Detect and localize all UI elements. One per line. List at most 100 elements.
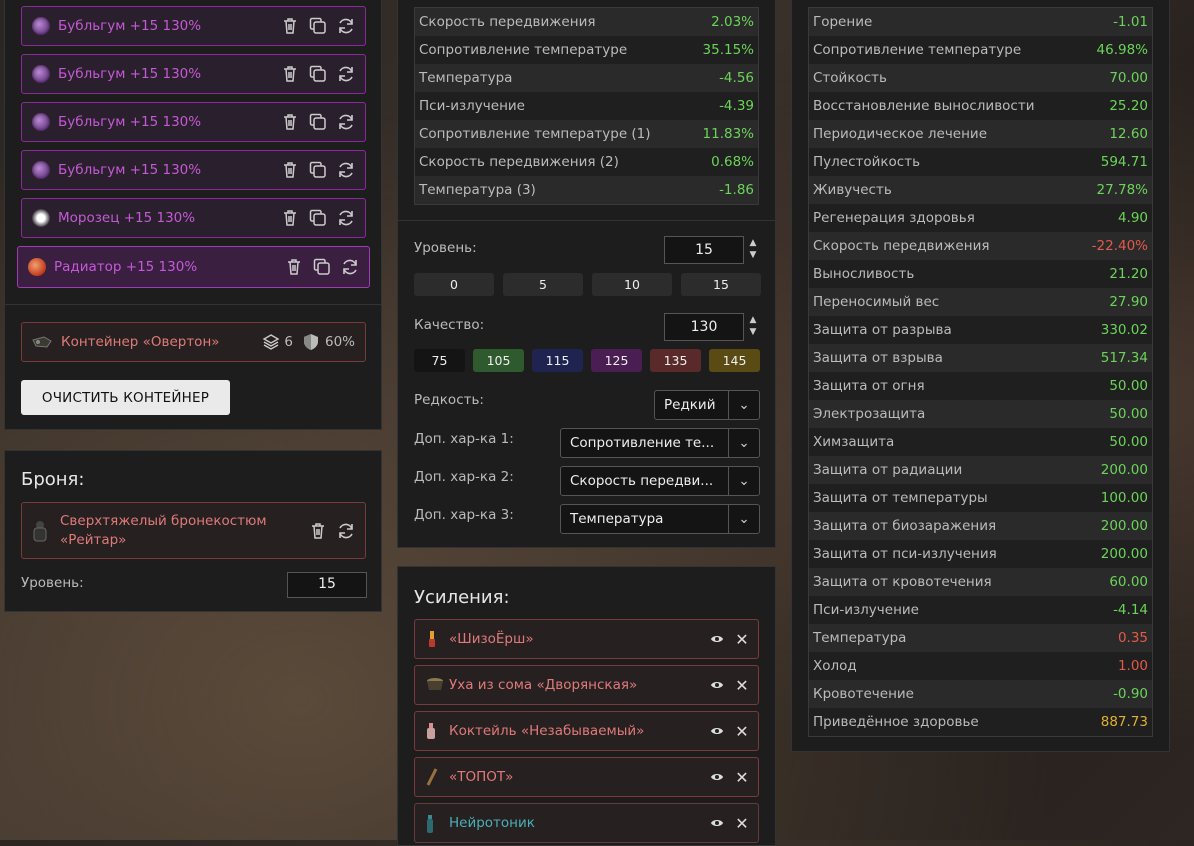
stat-label: Периодическое лечение <box>808 120 1077 148</box>
boost-item[interactable]: Нейротоник ✕ <box>414 803 759 843</box>
stat-row: Электрозащита 50.00 <box>808 400 1153 428</box>
stat-label: Защита от разрыва <box>808 316 1077 344</box>
artifact-item[interactable]: Бубльгум +15 130% <box>21 150 366 190</box>
refresh-icon[interactable] <box>341 258 359 276</box>
stat-label: Холод <box>808 652 1077 680</box>
stat-row: Сопротивление температуре 35.15% <box>414 36 759 64</box>
level-label: Уровень: <box>414 240 477 256</box>
quality-preset-button[interactable]: 135 <box>650 349 701 372</box>
clear-container-button[interactable]: ОЧИСТИТЬ КОНТЕЙНЕР <box>21 380 230 415</box>
stat-row: Регенерация здоровья 4.90 <box>808 204 1153 232</box>
copy-icon[interactable] <box>309 17 327 35</box>
stat-row: Скорость передвижения 2.03% <box>414 7 759 36</box>
level-preset-button[interactable]: 5 <box>503 273 583 296</box>
stat-label: Переносимый вес <box>808 288 1077 316</box>
shield-icon <box>303 333 319 351</box>
close-icon[interactable]: ✕ <box>735 676 748 695</box>
artifact-item[interactable]: Морозец +15 130% <box>21 198 366 238</box>
close-icon[interactable]: ✕ <box>735 722 748 741</box>
copy-icon[interactable] <box>309 161 327 179</box>
quality-preset-button[interactable]: 145 <box>709 349 760 372</box>
stat-label: Кровотечение <box>808 680 1077 708</box>
stat-label: Пулестойкость <box>808 148 1077 176</box>
trash-icon[interactable] <box>309 522 327 540</box>
container-protection-value: 60% <box>324 334 355 350</box>
stat-row: Защита от биозаражения 200.00 <box>808 512 1153 540</box>
close-icon[interactable]: ✕ <box>735 768 748 787</box>
boost-label: «ТОПОТ» <box>449 769 514 785</box>
radiator-icon <box>28 258 46 276</box>
quality-preset-button[interactable]: 75 <box>414 349 465 372</box>
refresh-icon[interactable] <box>337 522 355 540</box>
armor-level-input[interactable]: 15 <box>287 572 367 598</box>
eye-icon[interactable] <box>710 676 724 694</box>
boost-item[interactable]: Коктейль «Незабываемый» ✕ <box>414 711 759 751</box>
container-icon <box>32 335 52 349</box>
eye-icon[interactable] <box>710 722 724 740</box>
copy-icon[interactable] <box>313 258 331 276</box>
copy-icon[interactable] <box>309 65 327 83</box>
copy-icon[interactable] <box>309 113 327 131</box>
stat-value: 4.90 <box>1076 204 1153 232</box>
rarity-select[interactable]: Редкий ⌄ <box>654 390 760 420</box>
level-input[interactable]: 15 <box>664 236 744 264</box>
refresh-icon[interactable] <box>337 17 355 35</box>
copy-icon[interactable] <box>309 209 327 227</box>
trash-icon[interactable] <box>281 65 299 83</box>
stat-row: Кровотечение -0.90 <box>808 680 1153 708</box>
vial-icon <box>425 814 439 833</box>
trash-icon[interactable] <box>281 161 299 179</box>
extra1-label: Доп. хар-ка 1: <box>414 431 514 447</box>
quality-input[interactable]: 130 <box>664 313 744 341</box>
boost-item[interactable]: «ШизоЁрш» ✕ <box>414 619 759 659</box>
trash-icon[interactable] <box>281 17 299 35</box>
level-preset-button[interactable]: 15 <box>681 273 761 296</box>
stat-row: Температура 0.35 <box>808 624 1153 652</box>
eye-icon[interactable] <box>710 768 724 786</box>
refresh-icon[interactable] <box>337 161 355 179</box>
artifact-item[interactable]: Радиатор +15 130% <box>17 246 370 288</box>
boost-item[interactable]: Уха из сома «Дворянская» ✕ <box>414 665 759 705</box>
quality-preset-button[interactable]: 105 <box>473 349 524 372</box>
artifact-item[interactable]: Бубльгум +15 130% <box>21 102 366 142</box>
brush-icon <box>425 630 439 648</box>
level-preset-button[interactable]: 10 <box>592 273 672 296</box>
stat-row: Холод 1.00 <box>808 652 1153 680</box>
extra3-select[interactable]: Температура ⌄ <box>560 504 760 534</box>
extra2-label: Доп. хар-ка 2: <box>414 469 514 485</box>
quality-spinner[interactable]: ▲ ▼ <box>748 314 758 338</box>
stat-label: Живучесть <box>808 176 1077 204</box>
quality-label: Качество: <box>414 317 485 333</box>
refresh-icon[interactable] <box>337 209 355 227</box>
quality-preset-button[interactable]: 125 <box>591 349 642 372</box>
boost-label: Уха из сома «Дворянская» <box>449 677 638 693</box>
artifact-label: Радиатор +15 130% <box>54 259 198 275</box>
eye-icon[interactable] <box>710 814 724 832</box>
level-spinner[interactable]: ▲ ▼ <box>748 237 758 261</box>
stat-value: 200.00 <box>1076 456 1153 484</box>
trash-icon[interactable] <box>281 113 299 131</box>
bubblegum-icon <box>32 161 50 179</box>
close-icon[interactable]: ✕ <box>735 814 748 833</box>
stat-row: Защита от кровотечения 60.00 <box>808 568 1153 596</box>
level-preset-button[interactable]: 0 <box>414 273 494 296</box>
stat-value: -1.01 <box>1076 7 1153 36</box>
stat-value: 594.71 <box>1076 148 1153 176</box>
boost-item[interactable]: «ТОПОТ» ✕ <box>414 757 759 797</box>
artifact-item[interactable]: Бубльгум +15 130% <box>21 54 366 94</box>
refresh-icon[interactable] <box>337 113 355 131</box>
stat-label: Сопротивление температуре <box>414 36 690 64</box>
extra2-select[interactable]: Скорость передви... ⌄ <box>560 466 760 496</box>
stat-value: 27.78% <box>1076 176 1153 204</box>
trash-icon[interactable] <box>281 209 299 227</box>
armor-item[interactable]: Сверхтяжелый бронекостюм «Рейтар» <box>21 502 366 559</box>
extra1-select[interactable]: Сопротивление те... ⌄ <box>560 428 760 458</box>
eye-icon[interactable] <box>710 630 724 648</box>
close-icon[interactable]: ✕ <box>735 630 748 649</box>
quality-preset-button[interactable]: 115 <box>532 349 583 372</box>
trash-icon[interactable] <box>285 258 303 276</box>
refresh-icon[interactable] <box>337 65 355 83</box>
container-row[interactable]: Контейнер «Овертон» 6 60% <box>21 322 366 362</box>
artifact-item[interactable]: Бубльгум +15 130% <box>21 6 366 46</box>
container-slots: 6 <box>262 333 293 351</box>
